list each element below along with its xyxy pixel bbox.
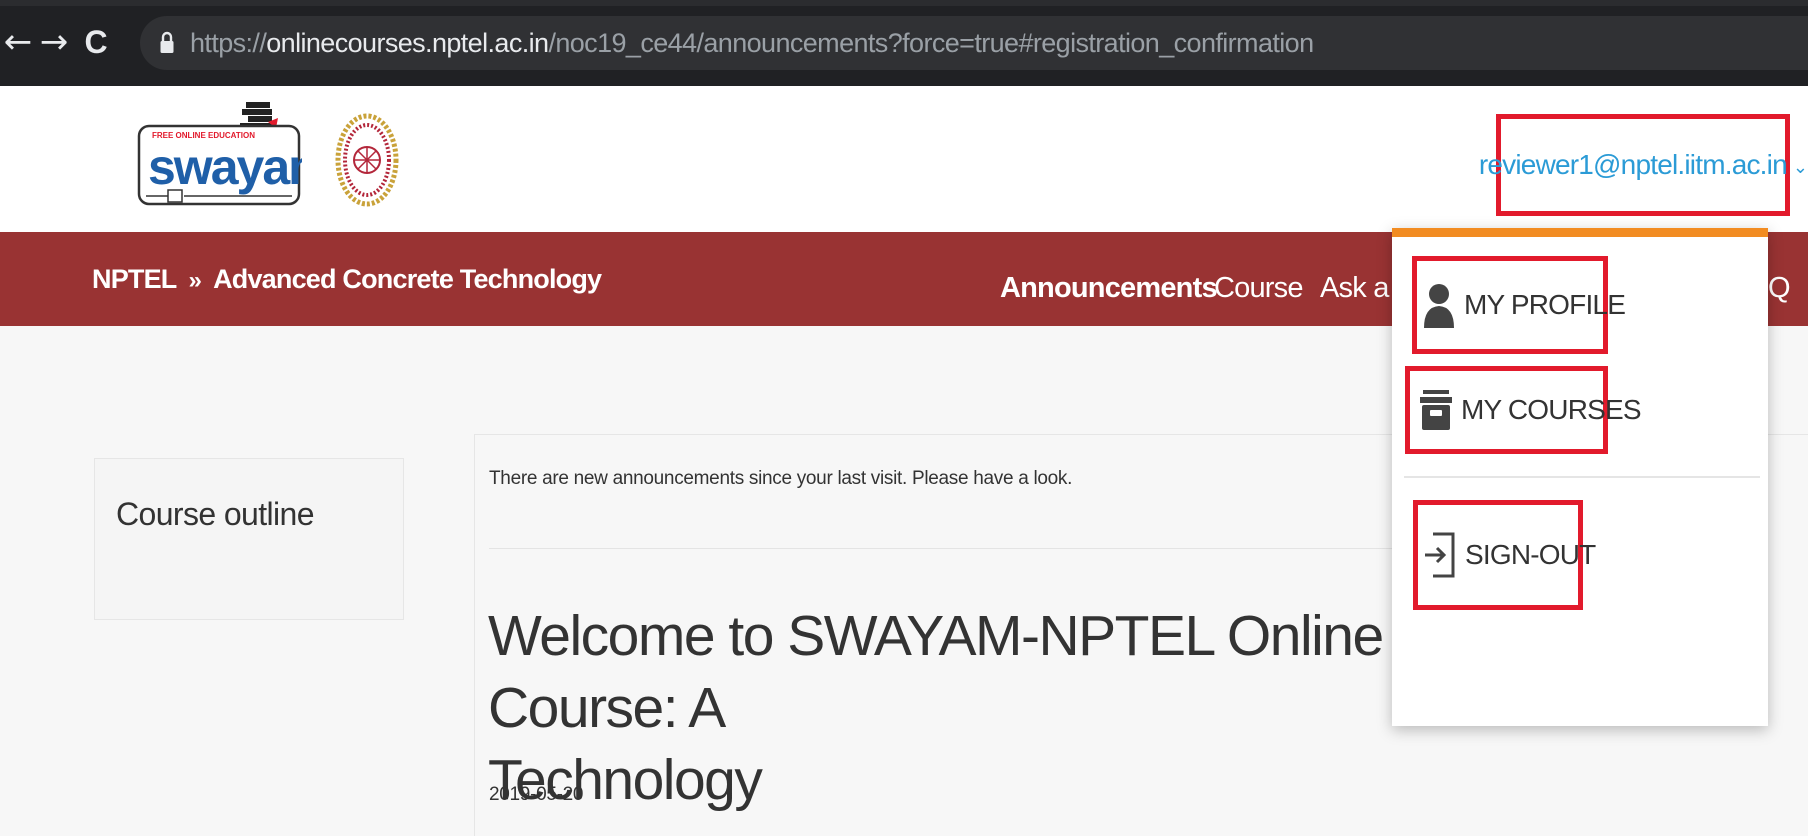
dropdown-divider xyxy=(1404,476,1760,478)
content-divider xyxy=(489,548,1489,549)
sign-out-menu-item[interactable]: SIGN-OUT xyxy=(1413,500,1596,610)
nav-link-faq[interactable]: Q xyxy=(1768,270,1791,306)
url-host: onlinecourses.nptel.ac.in xyxy=(266,28,549,58)
course-outline-title[interactable]: Course outline xyxy=(116,496,315,533)
breadcrumb: NPTEL » Advanced Concrete Technology xyxy=(92,262,602,296)
url-path: /noc19_ce44/announcements?force=true#reg… xyxy=(548,28,1314,58)
courses-icon xyxy=(1419,387,1453,433)
new-announcements-notice: There are new announcements since your l… xyxy=(489,468,1073,489)
forward-button[interactable]: → xyxy=(36,22,72,62)
user-icon xyxy=(1422,282,1456,328)
breadcrumb-separator: » xyxy=(188,267,202,294)
chevron-down-icon: ⌄ xyxy=(1792,156,1808,177)
breadcrumb-course[interactable]: Advanced Concrete Technology xyxy=(213,264,602,294)
sign-out-icon xyxy=(1423,532,1457,578)
tab-strip xyxy=(0,0,1808,6)
reload-button[interactable]: C xyxy=(78,22,114,62)
my-profile-menu-item[interactable]: MY PROFILE xyxy=(1412,256,1626,354)
nav-link-announcements[interactable]: Announcements xyxy=(1000,270,1218,306)
back-button[interactable]: ← xyxy=(0,22,36,62)
user-menu-trigger[interactable]: reviewer1@nptel.iitm.ac.in ⌄ xyxy=(1479,114,1808,216)
lock-icon xyxy=(160,31,174,53)
sign-out-label: SIGN-OUT xyxy=(1465,539,1596,570)
breadcrumb-root[interactable]: NPTEL xyxy=(92,264,177,294)
swayam-wordmark: swayam xyxy=(148,139,302,195)
my-courses-menu-item[interactable]: MY COURSES xyxy=(1405,366,1642,454)
my-courses-label: MY COURSES xyxy=(1461,394,1642,425)
user-email: reviewer1@nptel.iitm.ac.in xyxy=(1478,149,1788,180)
iit-emblem-logo xyxy=(335,113,399,207)
swayam-logo[interactable]: FREE ONLINE EDUCATION swayam xyxy=(136,100,302,212)
nav-link-course[interactable]: Course xyxy=(1214,270,1303,306)
announcement-title: Welcome to SWAYAM-NPTEL Online Course: A… xyxy=(488,604,1384,812)
url-text[interactable]: https://onlinecourses.nptel.ac.in/noc19_… xyxy=(190,26,1314,60)
course-outline-panel xyxy=(94,458,404,620)
url-scheme: https:// xyxy=(190,28,267,58)
my-profile-label: MY PROFILE xyxy=(1464,289,1626,320)
announcement-date: 2019-05-20 xyxy=(489,784,584,805)
